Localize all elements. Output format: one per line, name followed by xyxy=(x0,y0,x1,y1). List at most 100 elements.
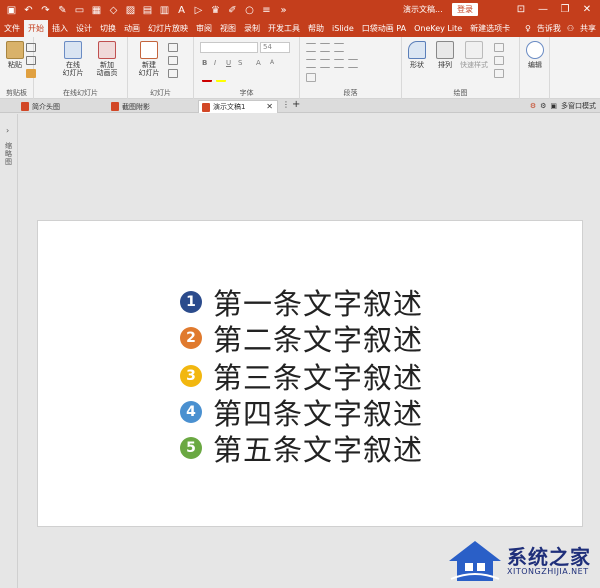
new-slide-icon[interactable]: ▭ xyxy=(72,3,87,17)
indent-icon[interactable] xyxy=(334,43,344,52)
strikethrough-icon[interactable]: S xyxy=(238,59,248,68)
shapes-icon[interactable]: ◇ xyxy=(106,3,121,17)
watermark-brand: 系统之家 xyxy=(507,545,591,569)
numbering-icon[interactable] xyxy=(320,43,330,52)
tab-animations[interactable]: 动画 xyxy=(120,20,144,37)
section-icon[interactable] xyxy=(168,69,178,78)
justify-icon[interactable] xyxy=(348,59,358,68)
new-animation-label: 新加 动画页 xyxy=(96,61,118,77)
tab-design[interactable]: 设计 xyxy=(72,20,96,37)
close-icon[interactable]: ✕ xyxy=(578,1,596,17)
bullets-icon[interactable] xyxy=(306,43,316,52)
tab-insert[interactable]: 插入 xyxy=(48,20,72,37)
document-tabs: 简介头图 截图附影 演示文稿1 ✕ ⋮ + ⚙ ⚙ ▣ 多窗口模式 xyxy=(0,99,600,113)
save-icon[interactable]: ▣ xyxy=(4,3,19,17)
reset-icon[interactable] xyxy=(168,56,178,65)
gear-icon[interactable]: ⚙ xyxy=(540,102,546,110)
shape-outline-icon[interactable] xyxy=(494,56,504,65)
doc-tab[interactable]: 截图附影 xyxy=(108,100,196,113)
align-center-icon[interactable] xyxy=(320,59,330,68)
bold-icon[interactable]: B xyxy=(202,59,212,68)
paste-button[interactable]: 粘贴 xyxy=(2,41,28,69)
underline-icon[interactable]: U xyxy=(226,59,236,68)
list-item[interactable]: 4 第四条文字叙述 xyxy=(180,394,423,431)
font-size-select[interactable]: 54 xyxy=(260,42,290,53)
undo-icon[interactable]: ↶ xyxy=(21,3,36,17)
shapes-label: 形状 xyxy=(410,61,424,69)
ribbon-display-icon[interactable]: ⊡ xyxy=(512,1,530,17)
editing-button[interactable]: 编辑 xyxy=(522,41,548,69)
redo-icon[interactable]: ↷ xyxy=(38,3,53,17)
chart-icon[interactable]: ▥ xyxy=(157,3,172,17)
find-icon xyxy=(526,41,544,59)
textbox-icon[interactable]: A xyxy=(174,3,189,17)
new-slide-button[interactable]: 新建 幻灯片 xyxy=(136,41,162,77)
number-badge: 4 xyxy=(180,401,202,423)
tab-onekey-lite[interactable]: OneKey Lite xyxy=(410,20,466,37)
list-item[interactable]: 5 第五条文字叙述 xyxy=(180,430,423,467)
tab-file[interactable]: 文件 xyxy=(0,20,24,37)
doc-tab[interactable]: 简介头图 xyxy=(18,100,106,113)
present-icon[interactable]: ▷ xyxy=(191,3,206,17)
doc-tab-active[interactable]: 演示文稿1 ✕ xyxy=(198,100,278,113)
pptx-icon xyxy=(202,102,210,112)
minimize-icon[interactable]: — xyxy=(534,1,552,17)
align-icon[interactable]: ≡ xyxy=(259,3,274,17)
doc-tab-label: 简介头图 xyxy=(32,102,60,111)
align-left-icon[interactable] xyxy=(306,59,316,68)
list-item[interactable]: 1 第一条文字叙述 xyxy=(180,284,423,321)
list-item[interactable]: 3 第三条文字叙述 xyxy=(180,358,423,395)
restore-icon[interactable]: ❐ xyxy=(556,1,574,17)
circle-icon[interactable]: ○ xyxy=(242,3,257,17)
pptx-icon xyxy=(21,102,29,111)
tab-slideshow[interactable]: 幻灯片放映 xyxy=(144,20,192,37)
tab-pocket-animation[interactable]: 口袋动画 PA xyxy=(358,20,410,37)
tab-new-tab[interactable]: 新建选项卡 xyxy=(466,20,514,37)
text-direction-icon[interactable] xyxy=(306,73,316,82)
animation-page-icon xyxy=(98,41,116,59)
login-button[interactable]: 登录 xyxy=(452,3,478,16)
tab-review[interactable]: 审阅 xyxy=(192,20,216,37)
new-tab-icon[interactable]: + xyxy=(292,99,300,110)
arrange-button[interactable]: 排列 xyxy=(432,41,458,69)
crown-icon[interactable]: ♛ xyxy=(208,3,223,17)
pen-icon[interactable]: ✐ xyxy=(225,3,240,17)
tab-menu-icon[interactable]: ⋮ xyxy=(282,100,290,109)
tab-transitions[interactable]: 切换 xyxy=(96,20,120,37)
list-item[interactable]: 2 第二条文字叙述 xyxy=(180,320,423,357)
expand-arrow-icon[interactable]: › xyxy=(6,126,9,135)
settings-icon[interactable]: ⚙ xyxy=(530,102,536,110)
font-color-icon[interactable] xyxy=(202,73,212,82)
close-tab-icon[interactable]: ✕ xyxy=(266,102,273,111)
layout-icon[interactable] xyxy=(168,43,178,52)
picture-icon[interactable]: ▨ xyxy=(123,3,138,17)
font-family-select[interactable] xyxy=(200,42,258,53)
shapes-button[interactable]: 形状 xyxy=(404,41,430,69)
font-group-label: 字体 xyxy=(239,89,254,97)
increase-font-icon[interactable]: A xyxy=(256,59,266,68)
format-painter-icon[interactable]: ✎ xyxy=(55,3,70,17)
italic-icon[interactable]: I xyxy=(214,59,224,68)
decrease-font-icon[interactable]: A xyxy=(270,59,280,68)
shape-fill-icon[interactable] xyxy=(494,43,504,52)
align-right-icon[interactable] xyxy=(334,59,344,68)
more-icon[interactable]: » xyxy=(276,3,291,17)
tab-record[interactable]: 录制 xyxy=(240,20,264,37)
tab-islide[interactable]: iSlide xyxy=(328,20,358,37)
online-slides-button[interactable]: 在线 幻灯片 xyxy=(60,41,86,77)
shape-effects-icon[interactable] xyxy=(494,69,504,78)
table-icon[interactable]: ▦ xyxy=(89,3,104,17)
quick-styles-button[interactable]: 快速样式 xyxy=(458,41,490,69)
highlight-icon[interactable] xyxy=(216,73,226,82)
doc-tab-label: 截图附影 xyxy=(122,102,150,111)
tab-view[interactable]: 视图 xyxy=(216,20,240,37)
tab-developer[interactable]: 开发工具 xyxy=(264,20,304,37)
tell-me[interactable]: 告诉我 xyxy=(537,23,561,34)
grid-icon[interactable]: ▤ xyxy=(140,3,155,17)
tab-help[interactable]: 帮助 xyxy=(304,20,328,37)
new-animation-page-button[interactable]: 新加 动画页 xyxy=(94,41,120,77)
share-button[interactable]: 共享 xyxy=(580,23,596,34)
multi-window-toggle[interactable]: ⚙ ⚙ ▣ 多窗口模式 xyxy=(530,101,596,111)
slide-canvas[interactable]: 1 第一条文字叙述 2 第二条文字叙述 3 第三条文字叙述 4 第四条文字叙述 … xyxy=(37,220,583,527)
tab-home[interactable]: 开始 xyxy=(24,20,48,37)
